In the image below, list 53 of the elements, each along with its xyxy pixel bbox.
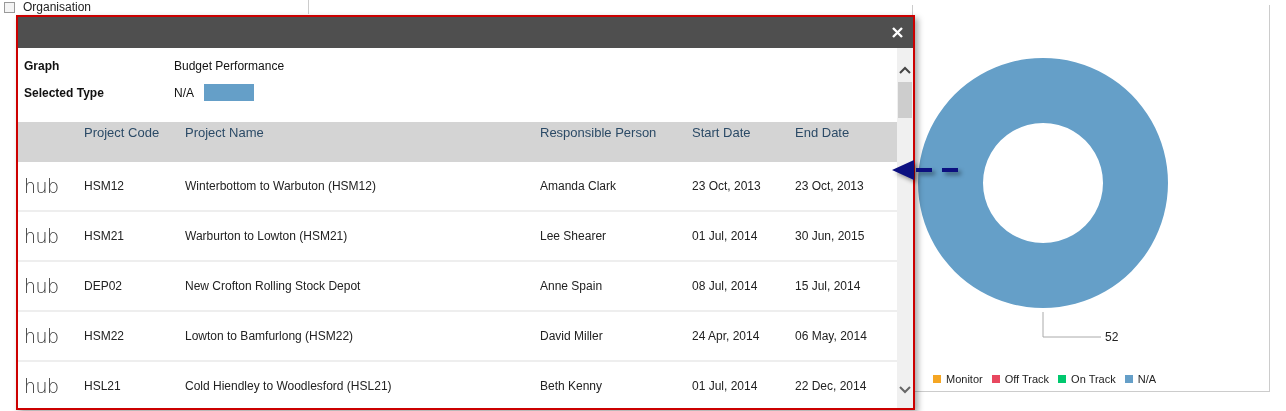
table-cell-text: New Crofton Rolling Stock Depot <box>185 279 362 293</box>
scroll-up-icon[interactable] <box>899 66 911 74</box>
table-cell-text: David Miller <box>540 329 604 343</box>
table-cell-text: Amanda Clark <box>540 179 618 193</box>
column-header[interactable]: Project Code <box>84 125 185 162</box>
field-value: N/A <box>174 85 194 100</box>
logo: hub <box>23 375 60 397</box>
logo: hub <box>23 275 60 297</box>
table-cell-text: HSM21 <box>84 229 125 243</box>
close-button[interactable] <box>890 25 905 40</box>
tree-item[interactable]: Organisation <box>23 0 92 14</box>
scroll-down-icon[interactable] <box>899 386 911 394</box>
table-cell-text: HSM22 <box>84 329 125 343</box>
table-cell-text: 30 Jun, 2015 <box>795 229 866 243</box>
legend-label[interactable]: Monitor <box>946 373 983 385</box>
field-label: Graph <box>24 58 61 73</box>
table-cell-text: Lee Shearer <box>540 229 608 243</box>
field-value: Budget Performance <box>174 58 285 73</box>
scroll-thumb[interactable] <box>898 82 912 118</box>
table-cell-text: 01 Jul, 2014 <box>692 379 759 393</box>
table-cell-text: Lowton to Bamfurlong (HSM22) <box>185 329 355 343</box>
tree-toggle-icon[interactable] <box>4 1 15 13</box>
table-cell-text: 23 Oct, 2013 <box>692 179 762 193</box>
logo: hub <box>23 325 60 347</box>
logo: hub <box>23 225 60 247</box>
data-label: 52 <box>1105 330 1119 344</box>
legend-label[interactable]: On Track <box>1071 373 1116 385</box>
column-header[interactable]: Start Date <box>692 125 795 162</box>
table-cell-text: Anne Spain <box>540 279 604 293</box>
column-header[interactable]: Project Name <box>185 125 540 162</box>
table-cell-text: 24 Apr, 2014 <box>692 329 761 343</box>
table-cell-text: Warburton to Lowton (HSM21) <box>185 229 349 243</box>
scrollbar[interactable] <box>897 48 913 408</box>
close-icon <box>892 27 903 38</box>
table-cell-text: Cold Hiendley to Woodlesford (HSL21) <box>185 379 393 393</box>
table-cell-text: 15 Jul, 2014 <box>795 279 862 293</box>
column-header[interactable]: Responsible Person <box>540 125 692 162</box>
table-cell-text: 22 Dec, 2014 <box>795 379 868 393</box>
table-cell-text: DEP02 <box>84 279 124 293</box>
table-cell-text: Winterbottom to Warbuton (HSM12) <box>185 179 377 193</box>
field-label: Selected Type <box>24 85 105 100</box>
table-cell-text: 01 Jul, 2014 <box>692 229 759 243</box>
table-cell-text: Beth Kenny <box>540 379 604 393</box>
legend-label[interactable]: Off Track <box>1004 373 1050 385</box>
table-cell-text: 23 Oct, 2013 <box>795 179 865 193</box>
table-cell-text: 06 May, 2014 <box>795 329 868 343</box>
table-cell-text: HSM12 <box>84 179 125 193</box>
table-cell-text: 08 Jul, 2014 <box>692 279 759 293</box>
legend-label[interactable]: N/A <box>1137 373 1157 385</box>
table-cell-text: HSL21 <box>84 379 122 393</box>
column-header[interactable]: End Date <box>795 125 890 162</box>
leader-line <box>1042 311 1102 338</box>
logo: hub <box>23 175 60 197</box>
